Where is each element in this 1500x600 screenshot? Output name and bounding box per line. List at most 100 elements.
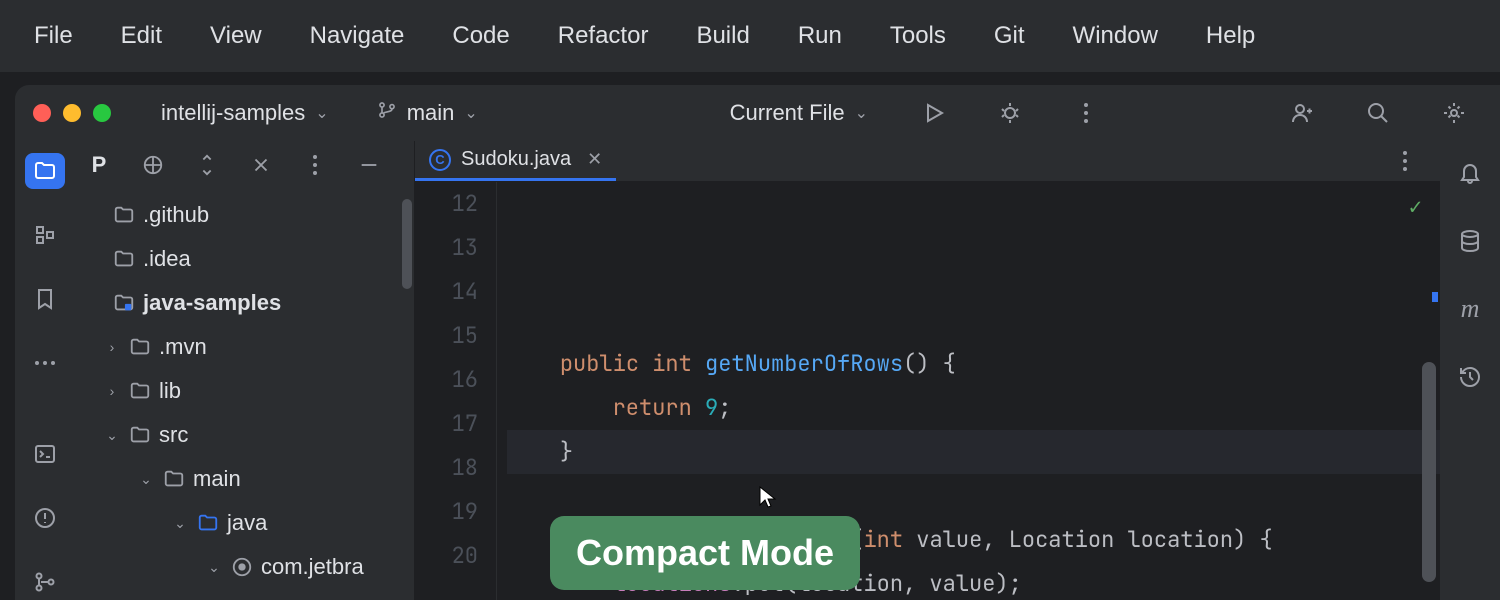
tree-item-label: java-samples: [143, 290, 281, 316]
chevron-down-icon: ⌄: [315, 103, 328, 123]
tree-item[interactable]: ⌄src: [75, 413, 414, 457]
tree-item[interactable]: .github: [75, 193, 414, 237]
inspection-ok-icon[interactable]: ✓: [1409, 192, 1422, 221]
git-branch-selector[interactable]: main ⌄: [377, 100, 478, 126]
chevron-icon: ⌄: [137, 471, 155, 488]
titlebar: intellij-samples ⌄ main ⌄ Current File ⌄: [15, 85, 1500, 141]
tree-item-label: lib: [159, 378, 181, 404]
code-line[interactable]: return 9;: [507, 386, 1440, 430]
left-tool-rail: [15, 141, 75, 600]
tree-item[interactable]: ⌄java: [75, 501, 414, 545]
folder-icon: [113, 248, 135, 270]
menu-run[interactable]: Run: [774, 12, 866, 60]
menu-git[interactable]: Git: [970, 12, 1049, 60]
menu-code[interactable]: Code: [428, 12, 533, 60]
folder-icon: [129, 424, 151, 446]
line-number: 15: [415, 314, 478, 358]
editor-tab-sudoku[interactable]: C Sudoku.java ✕: [415, 141, 616, 181]
menu-file[interactable]: File: [10, 12, 97, 60]
more-tools-button[interactable]: [25, 345, 65, 381]
code-line[interactable]: }: [507, 430, 1440, 474]
problems-tool-button[interactable]: [25, 500, 65, 536]
branch-name: main: [407, 100, 455, 126]
menu-window[interactable]: Window: [1049, 12, 1182, 60]
editor-scrollbar[interactable]: [1422, 362, 1436, 582]
tree-item-label: .idea: [143, 246, 191, 272]
debug-button[interactable]: [990, 93, 1030, 133]
tree-item[interactable]: › lib: [75, 369, 414, 413]
search-icon[interactable]: [1358, 93, 1398, 133]
terminal-tool-button[interactable]: [25, 436, 65, 472]
line-number: 13: [415, 226, 478, 270]
editor-marker: [1432, 292, 1438, 302]
right-tool-rail: m: [1440, 141, 1500, 600]
code-line[interactable]: [507, 298, 1440, 342]
gear-icon[interactable]: [1434, 93, 1474, 133]
database-tool-button[interactable]: [1450, 221, 1490, 261]
close-window-button[interactable]: [33, 104, 51, 122]
chevron-icon: ›: [103, 339, 121, 355]
project-view-label[interactable]: P: [85, 151, 113, 179]
tree-item-label: main: [193, 466, 241, 492]
menu-help[interactable]: Help: [1182, 12, 1279, 60]
tree-scrollbar[interactable]: [402, 199, 412, 289]
chevron-down-icon: ⌄: [464, 103, 477, 123]
menu-edit[interactable]: Edit: [97, 12, 186, 60]
line-number: 14: [415, 270, 478, 314]
menubar: FileEditViewNavigateCodeRefactorBuildRun…: [0, 0, 1500, 72]
history-tool-button[interactable]: [1450, 357, 1490, 397]
chevron-icon: ›: [103, 383, 121, 399]
line-number: 18: [415, 446, 478, 490]
folder-icon: [129, 380, 151, 402]
folder-icon: [129, 336, 151, 358]
vcs-tool-button[interactable]: [25, 564, 65, 600]
menu-navigate[interactable]: Navigate: [286, 12, 429, 60]
branch-icon: [377, 100, 397, 126]
minimize-window-button[interactable]: [63, 104, 81, 122]
line-number: 17: [415, 402, 478, 446]
line-number: 12: [415, 182, 478, 226]
expand-collapse-button[interactable]: [193, 151, 221, 179]
tree-item-label: com.jetbra: [261, 554, 364, 580]
project-tree[interactable]: .github .idea java-samples › .mvn › lib ⌄src ⌄ ma…: [75, 189, 414, 600]
chevron-down-icon: ⌄: [855, 103, 868, 123]
maven-tool-button[interactable]: m: [1450, 289, 1490, 329]
module-icon: [113, 292, 135, 314]
project-selector[interactable]: intellij-samples ⌄: [161, 100, 329, 126]
tree-item-label: .github: [143, 202, 209, 228]
code-line[interactable]: [507, 474, 1440, 518]
tree-item[interactable]: ⌄com.jetbra: [75, 545, 414, 589]
bookmarks-tool-button[interactable]: [25, 281, 65, 317]
run-button[interactable]: [914, 93, 954, 133]
line-gutter: 121314151617181920: [415, 182, 497, 600]
more-actions-button[interactable]: [1066, 93, 1106, 133]
project-panel: P .github .idea java-samples: [75, 141, 415, 600]
tab-options-button[interactable]: [1392, 141, 1432, 181]
run-config-selector[interactable]: Current File ⌄: [730, 100, 868, 126]
compact-mode-overlay: Compact Mode: [550, 516, 860, 590]
menu-view[interactable]: View: [186, 12, 286, 60]
close-panel-button[interactable]: [247, 151, 275, 179]
tree-item[interactable]: › .mvn: [75, 325, 414, 369]
notifications-button[interactable]: [1450, 153, 1490, 193]
code-line[interactable]: public int getNumberOfRows() {: [507, 342, 1440, 386]
tree-item[interactable]: java-samples: [75, 281, 414, 325]
hide-panel-button[interactable]: [355, 151, 383, 179]
tree-item[interactable]: .idea: [75, 237, 414, 281]
select-open-file-button[interactable]: [139, 151, 167, 179]
menu-refactor[interactable]: Refactor: [534, 12, 673, 60]
add-user-icon[interactable]: [1282, 93, 1322, 133]
maximize-window-button[interactable]: [93, 104, 111, 122]
line-number: 16: [415, 358, 478, 402]
project-tool-button[interactable]: [25, 153, 65, 189]
menu-build[interactable]: Build: [672, 12, 773, 60]
tree-item[interactable]: ⌄ main: [75, 457, 414, 501]
panel-options-button[interactable]: [301, 151, 329, 179]
structure-tool-button[interactable]: [25, 217, 65, 253]
close-tab-button[interactable]: ✕: [587, 149, 602, 170]
tree-item-label: java: [227, 510, 267, 536]
menu-tools[interactable]: Tools: [866, 12, 970, 60]
project-name: intellij-samples: [161, 100, 305, 126]
tree-item-label: .mvn: [159, 334, 207, 360]
class-file-icon: C: [429, 149, 451, 171]
